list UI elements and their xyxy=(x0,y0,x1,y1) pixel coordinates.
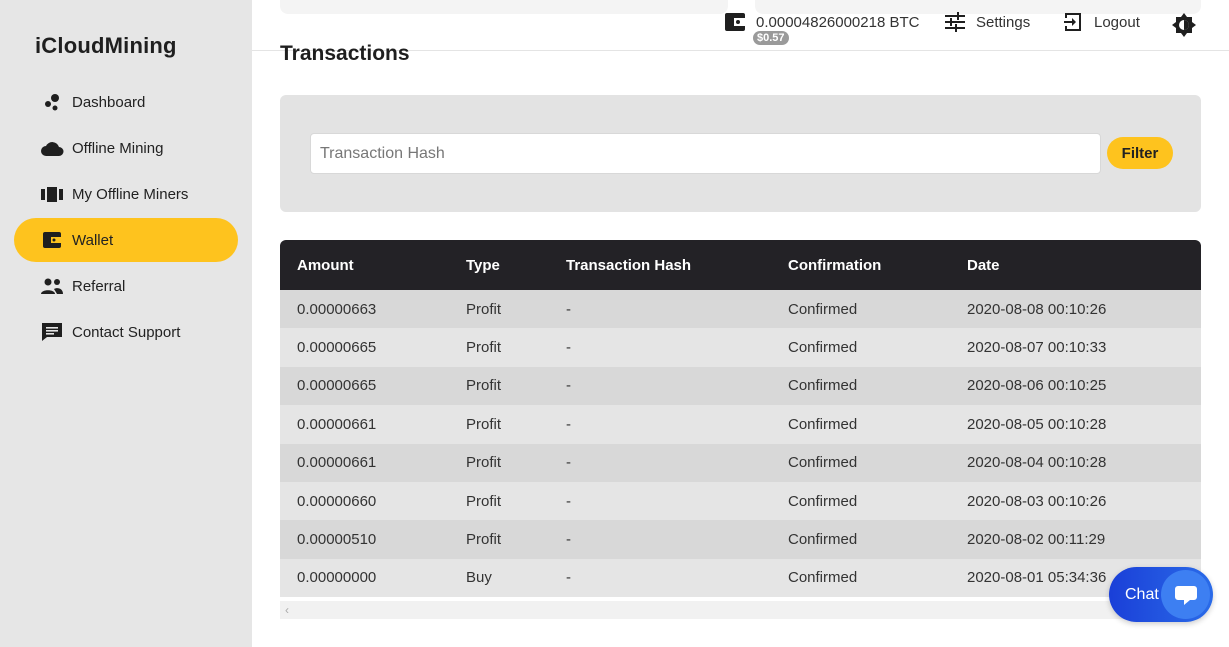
settings-button[interactable]: Settings xyxy=(944,12,1030,32)
cell-hash: - xyxy=(566,415,571,433)
table-row: 0.00000510 Profit - Confirmed 2020-08-02… xyxy=(280,520,1201,559)
cell-type: Buy xyxy=(466,569,492,587)
cell-type: Profit xyxy=(466,415,502,433)
cell-amount: 0.00000000 xyxy=(297,569,377,587)
cell-confirmation: Confirmed xyxy=(788,300,858,318)
theme-toggle-button[interactable] xyxy=(1172,13,1206,37)
dashboard-icon xyxy=(40,92,64,112)
cell-date: 2020-08-05 00:10:28 xyxy=(967,415,1107,433)
sidebar-item-offline-mining[interactable]: Offline Mining xyxy=(14,126,238,170)
cell-date: 2020-08-03 00:10:26 xyxy=(967,492,1107,510)
cloud-icon xyxy=(40,138,64,158)
sidebar-item-my-offline-miners[interactable]: My Offline Miners xyxy=(14,172,238,216)
cell-confirmation: Confirmed xyxy=(788,339,858,357)
cell-hash: - xyxy=(566,454,571,472)
cell-confirmation: Confirmed xyxy=(788,569,858,587)
sidebar-item-label: Contact Support xyxy=(72,323,181,341)
table-row: 0.00000663 Profit - Confirmed 2020-08-08… xyxy=(280,290,1201,329)
sidebar-item-label: Wallet xyxy=(72,231,114,249)
table-row: 0.00000660 Profit - Confirmed 2020-08-03… xyxy=(280,481,1201,521)
logout-button[interactable]: Logout xyxy=(1062,12,1140,32)
chat-icon xyxy=(40,322,64,342)
table-row: 0.00000000 Buy - Confirmed 2020-08-01 05… xyxy=(280,558,1201,598)
cell-amount: 0.00000661 xyxy=(297,454,377,472)
balance-usd-badge: $0.57 xyxy=(753,31,789,45)
people-icon xyxy=(40,276,64,296)
cell-date: 2020-08-04 00:10:28 xyxy=(967,454,1107,472)
cell-hash: - xyxy=(566,492,571,510)
cell-confirmation: Confirmed xyxy=(788,531,858,549)
sidebar-item-label: My Offline Miners xyxy=(72,185,189,203)
cell-hash: - xyxy=(566,300,571,318)
logout-label: Logout xyxy=(1094,13,1140,31)
balance-btc: 0.00004826000218 BTC xyxy=(756,13,920,31)
sidebar-item-referral[interactable]: Referral xyxy=(14,264,238,308)
sidebar-item-label: Offline Mining xyxy=(72,139,164,157)
cell-type: Profit xyxy=(466,454,502,472)
column-header-amount[interactable]: Amount xyxy=(280,240,449,290)
miners-icon xyxy=(40,184,64,204)
wallet-icon xyxy=(40,230,64,250)
cell-amount: 0.00000665 xyxy=(297,377,377,395)
brand-logo[interactable]: iCloudMining xyxy=(35,33,177,59)
table-row: 0.00000661 Profit - Confirmed 2020-08-05… xyxy=(280,405,1201,444)
settings-label: Settings xyxy=(976,13,1031,31)
cell-type: Profit xyxy=(466,300,502,318)
sidebar-item-label: Referral xyxy=(72,277,126,295)
cell-confirmation: Confirmed xyxy=(788,377,858,395)
transaction-hash-input[interactable] xyxy=(310,133,1101,174)
cell-date: 2020-08-07 00:10:33 xyxy=(967,339,1107,357)
table-row: 0.00000661 Profit - Confirmed 2020-08-04… xyxy=(280,443,1201,482)
wallet-balance[interactable]: 0.00004826000218 BTC xyxy=(724,12,919,32)
cell-hash: - xyxy=(566,377,571,395)
cell-amount: 0.00000663 xyxy=(297,300,377,318)
cell-amount: 0.00000661 xyxy=(297,415,377,433)
table-row: 0.00000665 Profit - Confirmed 2020-08-07… xyxy=(280,328,1201,367)
sidebar-item-dashboard[interactable]: Dashboard xyxy=(14,80,238,124)
column-header-confirmation[interactable]: Confirmation xyxy=(771,240,950,290)
wallet-icon xyxy=(725,13,745,31)
cell-date: 2020-08-06 00:10:25 xyxy=(967,377,1107,395)
chat-widget-button[interactable]: Chat xyxy=(1109,567,1213,622)
column-header-transaction-hash[interactable]: Transaction Hash xyxy=(549,240,771,290)
chat-bubble-icon xyxy=(1161,570,1210,619)
horizontal-scrollbar[interactable]: ‹ xyxy=(280,601,1201,619)
cell-hash: - xyxy=(566,339,571,357)
cell-date: 2020-08-02 00:11:29 xyxy=(967,531,1106,549)
page-title: Transactions xyxy=(280,42,410,65)
chat-label: Chat xyxy=(1125,585,1159,603)
settings-sliders-icon xyxy=(945,12,965,32)
cell-type: Profit xyxy=(466,377,502,395)
top-card-left xyxy=(280,0,728,14)
table-row: 0.00000665 Profit - Confirmed 2020-08-06… xyxy=(280,366,1201,406)
cell-type: Profit xyxy=(466,531,502,549)
sidebar-nav: Dashboard Offline Mining My Offline Mine… xyxy=(14,80,238,356)
brightness-icon xyxy=(1172,13,1196,37)
sidebar: iCloudMining Dashboard Offline Mining My… xyxy=(0,0,252,647)
sidebar-item-contact-support[interactable]: Contact Support xyxy=(14,310,238,354)
cell-type: Profit xyxy=(466,492,502,510)
cell-amount: 0.00000660 xyxy=(297,492,377,510)
scroll-left-arrow-icon[interactable]: ‹ xyxy=(285,603,289,617)
cell-confirmation: Confirmed xyxy=(788,492,858,510)
cell-amount: 0.00000510 xyxy=(297,531,377,549)
transactions-table: Amount Type Transaction Hash Confirmatio… xyxy=(280,240,1201,619)
sidebar-item-label: Dashboard xyxy=(72,93,146,111)
logout-icon xyxy=(1064,13,1081,31)
table-header-row: Amount Type Transaction Hash Confirmatio… xyxy=(280,240,1201,290)
cell-hash: - xyxy=(566,569,571,587)
cell-confirmation: Confirmed xyxy=(788,454,858,472)
sidebar-item-wallet[interactable]: Wallet xyxy=(14,218,238,262)
column-header-date[interactable]: Date xyxy=(950,240,1201,290)
cell-confirmation: Confirmed xyxy=(788,415,858,433)
filter-button[interactable]: Filter xyxy=(1107,137,1173,169)
cell-date: 2020-08-08 00:10:26 xyxy=(967,300,1107,318)
filter-panel: Filter xyxy=(280,95,1201,212)
cell-type: Profit xyxy=(466,339,502,357)
column-header-type[interactable]: Type xyxy=(449,240,549,290)
cell-hash: - xyxy=(566,531,571,549)
cell-amount: 0.00000665 xyxy=(297,339,377,357)
